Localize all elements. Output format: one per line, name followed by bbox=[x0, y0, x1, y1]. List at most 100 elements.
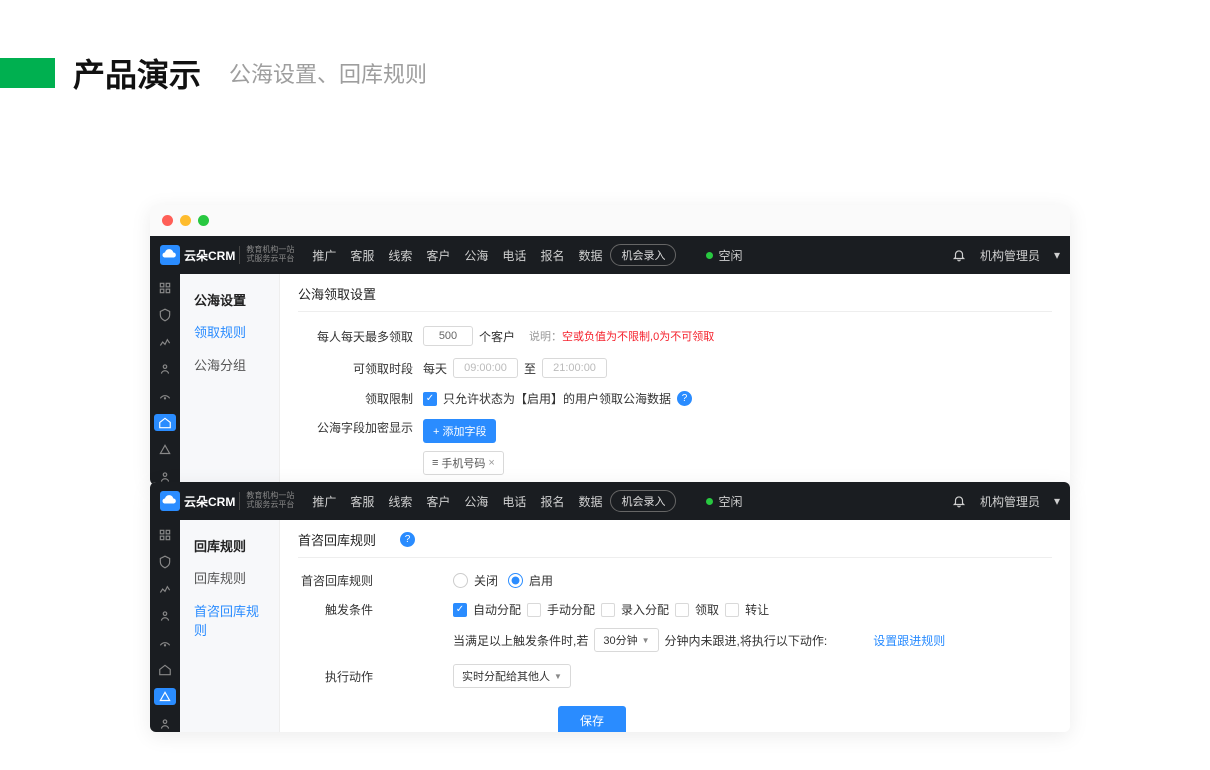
topbar-right: 机构管理员 ▾ bbox=[952, 247, 1060, 264]
close-icon[interactable] bbox=[162, 215, 173, 226]
nav-item[interactable]: 客户 bbox=[426, 247, 450, 264]
row-time-range: 可领取时段 每天 至 bbox=[298, 358, 1052, 378]
content-header: 公海领取设置 bbox=[298, 284, 1052, 312]
iconbar-item[interactable] bbox=[154, 441, 176, 458]
remove-tag-icon[interactable]: × bbox=[488, 457, 494, 469]
nav-item[interactable]: 电话 bbox=[502, 493, 526, 510]
iconbar-item-active[interactable] bbox=[154, 688, 176, 705]
status-dot-icon bbox=[706, 252, 713, 259]
top-nav: 推广 客服 线索 客户 公海 电话 报名 数据 bbox=[312, 493, 602, 510]
sidebar-item-first-consult-return[interactable]: 首咨回库规则 bbox=[180, 594, 279, 646]
sidebar-title: 回库规则 bbox=[180, 530, 279, 561]
topbar: 云朵CRM 教育机构一站 式服务云平台 推广 客服 线索 客户 公海 电话 报名… bbox=[150, 482, 1070, 520]
time-from-input[interactable] bbox=[453, 358, 518, 378]
nav-item[interactable]: 数据 bbox=[578, 493, 602, 510]
iconbar bbox=[150, 274, 180, 485]
sidebar-item-return-rules[interactable]: 回库规则 bbox=[180, 561, 279, 594]
accent-block bbox=[0, 58, 55, 88]
nav-item[interactable]: 客户 bbox=[426, 493, 450, 510]
bell-icon[interactable] bbox=[952, 494, 966, 508]
nav-item[interactable]: 公海 bbox=[464, 493, 488, 510]
iconbar-item[interactable] bbox=[154, 661, 176, 678]
save-button[interactable]: 保存 bbox=[558, 706, 626, 732]
iconbar-item[interactable] bbox=[154, 553, 176, 570]
logo[interactable]: 云朵CRM 教育机构一站 式服务云平台 bbox=[160, 245, 294, 265]
logo-icon bbox=[160, 245, 180, 265]
logo-subtitle: 教育机构一站 式服务云平台 bbox=[239, 492, 294, 510]
row-encrypt-fields: 公海字段加密显示 + 添加字段 ≡ 手机号码 × bbox=[298, 419, 1052, 475]
user-label[interactable]: 机构管理员 bbox=[980, 247, 1040, 264]
help-icon[interactable]: ? bbox=[677, 391, 692, 406]
iconbar-item[interactable] bbox=[154, 526, 176, 543]
chk-transfer[interactable] bbox=[725, 603, 739, 617]
duration-select[interactable]: 30分钟▼ bbox=[594, 628, 658, 652]
sidebar-title: 公海设置 bbox=[180, 284, 279, 315]
drag-icon[interactable]: ≡ bbox=[432, 457, 438, 469]
nav-item[interactable]: 推广 bbox=[312, 493, 336, 510]
sidebar-item-claim-rules[interactable]: 领取规则 bbox=[180, 315, 279, 348]
bell-icon[interactable] bbox=[952, 248, 966, 262]
topbar: 云朵CRM 教育机构一站 式服务云平台 推广 客服 线索 客户 公海 电话 报名… bbox=[150, 236, 1070, 274]
iconbar-item[interactable] bbox=[154, 634, 176, 651]
iconbar-item[interactable] bbox=[154, 607, 176, 624]
iconbar-item[interactable] bbox=[154, 361, 176, 378]
content-header: 首咨回库规则 ? bbox=[298, 530, 1052, 558]
iconbar-item[interactable] bbox=[154, 715, 176, 732]
minimize-icon[interactable] bbox=[180, 215, 191, 226]
status-dot-icon bbox=[706, 498, 713, 505]
opportunity-entry-button[interactable]: 机会录入 bbox=[610, 490, 676, 512]
iconbar-item[interactable] bbox=[154, 388, 176, 405]
top-nav: 推广 客服 线索 客户 公海 电话 报名 数据 bbox=[312, 247, 602, 264]
sidebar: 公海设置 领取规则 公海分组 bbox=[180, 274, 280, 485]
field-tag: ≡ 手机号码 × bbox=[423, 451, 504, 475]
time-to-input[interactable] bbox=[542, 358, 607, 378]
user-label[interactable]: 机构管理员 bbox=[980, 493, 1040, 510]
row-action: 执行动作 实时分配给其他人▼ bbox=[298, 664, 1052, 688]
chk-manual[interactable] bbox=[527, 603, 541, 617]
max-claim-input[interactable] bbox=[423, 326, 473, 346]
content: 首咨回库规则 ? 首咨回库规则 关闭 启用 触发条件 ✓自动分配 手动分配 bbox=[280, 520, 1070, 732]
logo-text: 云朵CRM bbox=[184, 493, 235, 510]
maximize-icon[interactable] bbox=[198, 215, 209, 226]
add-field-button[interactable]: + 添加字段 bbox=[423, 419, 496, 443]
nav-item[interactable]: 数据 bbox=[578, 247, 602, 264]
row-claim-limit: 领取限制 ✓ 只允许状态为【启用】的用户领取公海数据 ? bbox=[298, 390, 1052, 407]
help-icon[interactable]: ? bbox=[400, 532, 415, 547]
nav-item[interactable]: 客服 bbox=[350, 247, 374, 264]
nav-item[interactable]: 线索 bbox=[388, 247, 412, 264]
nav-item[interactable]: 客服 bbox=[350, 493, 374, 510]
sidebar-item-group[interactable]: 公海分组 bbox=[180, 348, 279, 381]
chevron-down-icon[interactable]: ▾ bbox=[1054, 494, 1060, 508]
iconbar-item[interactable] bbox=[154, 280, 176, 297]
panel-return-rules: 云朵CRM 教育机构一站 式服务云平台 推广 客服 线索 客户 公海 电话 报名… bbox=[150, 482, 1070, 732]
logo[interactable]: 云朵CRM 教育机构一站 式服务云平台 bbox=[160, 491, 294, 511]
sidebar: 回库规则 回库规则 首咨回库规则 bbox=[180, 520, 280, 732]
nav-item[interactable]: 报名 bbox=[540, 493, 564, 510]
nav-item[interactable]: 公海 bbox=[464, 247, 488, 264]
action-select[interactable]: 实时分配给其他人▼ bbox=[453, 664, 571, 688]
opportunity-entry-button[interactable]: 机会录入 bbox=[610, 244, 676, 266]
chk-auto[interactable]: ✓ bbox=[453, 603, 467, 617]
chevron-down-icon[interactable]: ▾ bbox=[1054, 248, 1060, 262]
panel-public-sea-settings: 云朵CRM 教育机构一站 式服务云平台 推广 客服 线索 客户 公海 电话 报名… bbox=[150, 205, 1070, 485]
window-controls bbox=[150, 205, 1070, 236]
status-text: 空闲 bbox=[718, 493, 742, 510]
radio-on[interactable] bbox=[508, 573, 523, 588]
row-rule-toggle: 首咨回库规则 关闭 启用 bbox=[298, 572, 1052, 589]
set-follow-rule-link[interactable]: 设置跟进规则 bbox=[873, 632, 945, 649]
enable-only-checkbox[interactable]: ✓ bbox=[423, 392, 437, 406]
radio-off[interactable] bbox=[453, 573, 468, 588]
nav-item[interactable]: 线索 bbox=[388, 493, 412, 510]
content: 公海领取设置 每人每天最多领取 个客户 说明：空或负值为不限制,0为不可领取 可… bbox=[280, 274, 1070, 485]
logo-text: 云朵CRM bbox=[184, 247, 235, 264]
nav-item[interactable]: 报名 bbox=[540, 247, 564, 264]
chk-input[interactable] bbox=[601, 603, 615, 617]
iconbar-item[interactable] bbox=[154, 334, 176, 351]
iconbar-item[interactable] bbox=[154, 307, 176, 324]
nav-item[interactable]: 电话 bbox=[502, 247, 526, 264]
iconbar-item[interactable] bbox=[154, 580, 176, 597]
chk-claim[interactable] bbox=[675, 603, 689, 617]
nav-item[interactable]: 推广 bbox=[312, 247, 336, 264]
iconbar-item-active[interactable] bbox=[154, 414, 176, 431]
status-text: 空闲 bbox=[718, 247, 742, 264]
